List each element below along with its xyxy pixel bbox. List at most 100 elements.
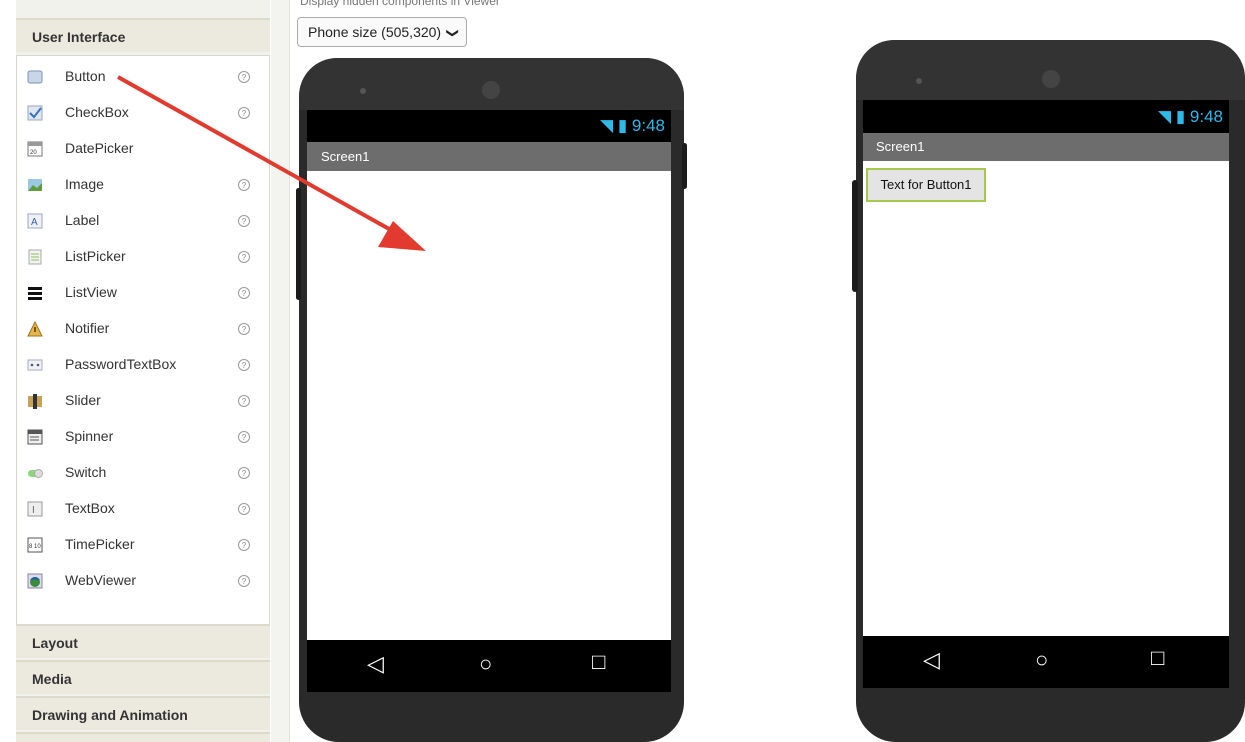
help-icon[interactable]: ? [238,503,250,515]
palette-item-label: PasswordTextBox [65,356,177,372]
front-camera-icon [360,88,366,94]
category-media[interactable]: Media [16,660,270,694]
help-icon[interactable]: ? [238,539,250,551]
palette-item-image[interactable]: Image ? [17,168,269,204]
help-icon[interactable]: ? [238,467,250,479]
home-icon[interactable]: ○ [479,651,492,677]
checkbox-icon [27,105,43,121]
svg-text:A: A [31,217,38,228]
palette-item-label[interactable]: A Label ? [17,204,269,240]
palette-item-label: Button [65,68,106,84]
phone-size-dropdown[interactable]: Phone size (505,320) ❯ [297,17,467,47]
user-interface-list: Button ? CheckBox ? 20 DatePicker ? Imag… [16,55,270,625]
panel-divider [271,0,290,742]
phone-frame-right: ◥ ▮ 9:48 Screen1 ◁ ○ □ [852,40,1245,742]
wifi-icon: ◥ [600,116,614,135]
webviewer-icon [27,573,43,589]
back-icon[interactable]: ◁ [367,651,384,677]
wifi-icon: ◥ [1158,107,1172,126]
palette-item-checkbox[interactable]: CheckBox ? [17,96,269,132]
palette-item-button[interactable]: Button ? [17,60,269,96]
button1[interactable]: Text for Button1 [866,168,986,202]
speaker-icon [482,81,500,99]
side-button-left [296,188,301,300]
category-next [16,732,270,742]
help-icon[interactable]: ? [238,359,250,371]
palette-item-label: Slider [65,392,101,408]
palette-item-label: WebViewer [65,572,137,588]
nav-bar: ◁ ○ □ [863,636,1229,688]
palette-item-label: Notifier [65,320,110,336]
category-user-interface[interactable]: User Interface [16,18,270,52]
palette-item-label: Switch [65,464,107,480]
palette-item-datepicker[interactable]: 20 DatePicker ? [17,132,269,168]
help-icon[interactable]: ? [238,71,250,83]
back-icon[interactable]: ◁ [923,647,940,673]
palette-item-passwordtextbox[interactable]: PasswordTextBox ? [17,348,269,384]
svg-text:8 10: 8 10 [29,544,41,550]
timepicker-icon: 8 10 [27,537,43,553]
screen-title-bar: Screen1 [307,142,671,171]
help-icon[interactable]: ? [238,431,250,443]
category-layout[interactable]: Layout [16,624,270,658]
passwordtextbox-icon [27,359,43,371]
chevron-down-icon: ❯ [445,27,460,39]
help-icon[interactable]: ? [238,575,250,587]
svg-text:20: 20 [30,150,37,156]
datepicker-icon: 20 [27,141,43,157]
palette-item-timepicker[interactable]: 8 10 TimePicker ? [17,528,269,564]
help-icon[interactable]: ? [238,179,250,191]
palette-item-label: TextBox [65,500,115,516]
screen-canvas[interactable] [307,171,671,640]
help-icon[interactable]: ? [238,251,250,263]
switch-icon [28,469,43,478]
notifier-icon [27,321,43,337]
recent-apps-icon[interactable]: □ [1151,645,1164,671]
palette-item-spinner[interactable]: Spinner ? [17,420,269,456]
spinner-icon [27,429,43,445]
help-icon[interactable]: ? [238,287,250,299]
palette-item-switch[interactable]: Switch ? [17,456,269,492]
status-bar: ◥ ▮ 9:48 [863,100,1229,133]
component-palette: User Interface Button ? CheckBox ? 20 Da… [16,0,270,742]
palette-item-listpicker[interactable]: ListPicker ? [17,240,269,276]
palette-item-notifier[interactable]: Notifier ? [17,312,269,348]
phone-frame-left: ◥ ▮ 9:48 Screen1 ◁ ○ □ [296,58,687,742]
image-icon [28,179,42,191]
speaker-icon [1042,70,1060,88]
front-camera-icon [916,78,922,84]
palette-item-label: ListPicker [65,248,126,264]
palette-item-listview[interactable]: ListView ? [17,276,269,312]
slider-icon [28,394,42,409]
palette-item-label: DatePicker [65,140,134,156]
listpicker-icon [28,249,42,265]
help-icon[interactable]: ? [238,215,250,227]
palette-item-label: Image [65,176,104,192]
side-button-left [852,180,858,292]
status-bar: ◥ ▮ 9:48 [307,110,671,142]
home-icon[interactable]: ○ [1035,647,1048,673]
palette-item-slider[interactable]: Slider ? [17,384,269,420]
nav-bar: ◁ ○ □ [307,640,671,692]
phone-size-value: Phone size (505,320) [308,24,442,40]
palette-item-label: TimePicker [65,536,135,552]
palette-item-textbox[interactable]: I TextBox ? [17,492,269,528]
screen-title: Screen1 [321,149,370,164]
screen-canvas[interactable] [863,161,1229,636]
help-icon[interactable]: ? [238,395,250,407]
palette-item-label: Spinner [65,428,114,444]
status-time: 9:48 [631,116,665,135]
screen-title-bar: Screen1 [863,133,1229,161]
battery-icon: ▮ [617,116,628,135]
textbox-icon: I [27,501,43,517]
help-icon[interactable]: ? [238,323,250,335]
battery-icon: ▮ [1175,107,1186,126]
hidden-components-checkbox-label[interactable]: Display hidden components in Viewer [300,0,500,8]
palette-item-webviewer[interactable]: WebViewer ? [17,564,269,600]
side-button-right [682,143,687,189]
palette-item-label: ListView [65,284,117,300]
palette-item-label: Label [65,212,100,228]
recent-apps-icon[interactable]: □ [592,649,605,675]
help-icon[interactable]: ? [238,107,250,119]
category-drawing-and-animation[interactable]: Drawing and Animation [16,696,270,730]
